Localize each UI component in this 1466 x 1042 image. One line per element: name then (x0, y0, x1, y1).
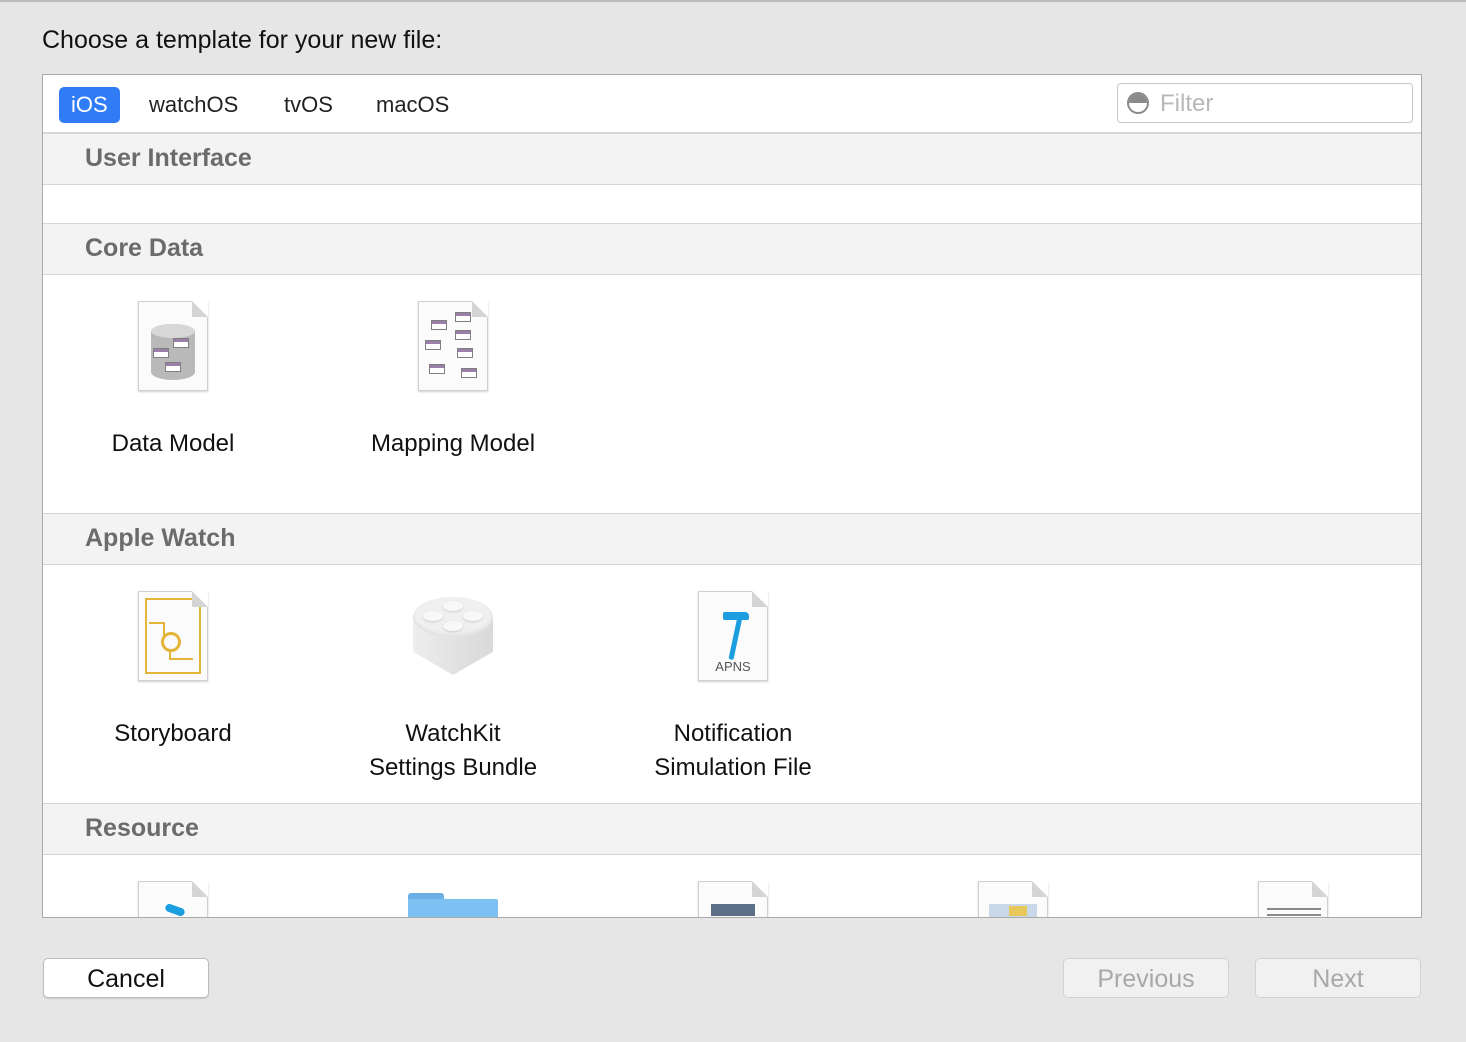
next-button[interactable]: Next (1255, 958, 1421, 998)
filter-icon (1127, 92, 1149, 114)
template-resource-4[interactable] (893, 881, 1133, 917)
template-label: WatchKit Settings Bundle (368, 720, 538, 781)
section-title: User Interface (85, 144, 252, 172)
template-resource-5[interactable] (1173, 881, 1413, 917)
cancel-button[interactable]: Cancel (43, 958, 209, 998)
template-label: Notification Simulation File (654, 720, 812, 781)
template-storyboard[interactable]: Storyboard (53, 591, 293, 751)
swift-file-icon (138, 881, 208, 917)
previous-button[interactable]: Previous (1063, 958, 1229, 998)
section-header-apple-watch: Apple Watch (43, 513, 1421, 565)
tab-ios[interactable]: iOS (59, 87, 120, 123)
template-chooser: iOS watchOS tvOS macOS User Interface Co… (42, 74, 1422, 918)
section-title: Apple Watch (85, 524, 236, 552)
apns-file-icon: APNS (698, 591, 768, 681)
data-model-icon (138, 301, 208, 391)
template-label: Data Model (111, 430, 235, 457)
section-header-core-data: Core Data (43, 223, 1421, 275)
template-label: Storyboard (114, 720, 232, 747)
mapping-model-icon (418, 301, 488, 391)
tab-macos[interactable]: macOS (364, 87, 461, 123)
sheet-title: Choose a template for your new file: (42, 26, 443, 54)
document-icon (698, 881, 768, 917)
section-title: Resource (85, 814, 199, 842)
tab-watchos[interactable]: watchOS (137, 87, 250, 123)
apns-badge: APNS (715, 659, 751, 674)
template-resource-3[interactable] (613, 881, 853, 917)
template-data-model[interactable]: Data Model (53, 301, 293, 461)
new-file-sheet: Choose a template for your new file: iOS… (0, 0, 1466, 1042)
template-label: Mapping Model (370, 430, 536, 457)
template-watchkit-settings-bundle[interactable]: WatchKit Settings Bundle (333, 591, 573, 785)
template-resource-1[interactable] (53, 881, 293, 917)
storyboard-icon (138, 591, 208, 681)
filter-input[interactable] (1158, 88, 1402, 120)
tab-tvos[interactable]: tvOS (272, 87, 345, 123)
folder-icon (408, 893, 498, 917)
section-header-user-interface: User Interface (43, 133, 1421, 185)
template-mapping-model[interactable]: Mapping Model (333, 301, 573, 461)
list-document-icon (1258, 881, 1328, 917)
section-header-resource: Resource (43, 803, 1421, 855)
hammer-icon (721, 610, 749, 661)
template-notification-simulation-file[interactable]: APNS Notification Simulation File (613, 591, 853, 785)
platform-tab-bar: iOS watchOS tvOS macOS (43, 75, 1421, 133)
settings-bundle-icon (408, 591, 498, 681)
image-document-icon (978, 881, 1048, 917)
filter-field[interactable] (1117, 83, 1413, 123)
template-resource-2[interactable] (333, 881, 573, 917)
section-title: Core Data (85, 234, 204, 262)
